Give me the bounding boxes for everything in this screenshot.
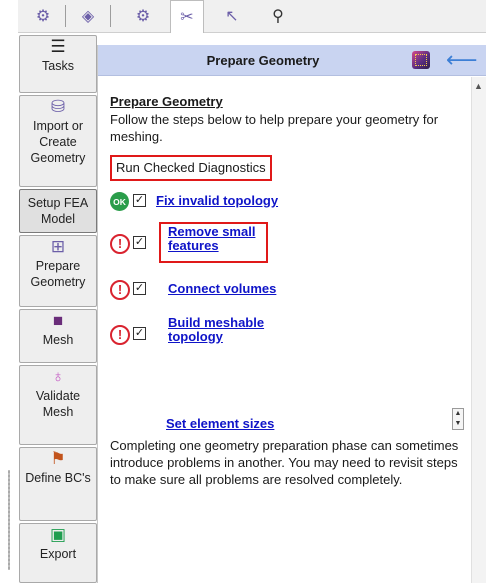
warning-status-icon: !	[110, 280, 130, 300]
step-checkbox[interactable]: ✓	[133, 236, 146, 249]
sidebar-item-tasks[interactable]: ☰ Tasks	[19, 35, 97, 93]
warning-status-icon: !	[110, 234, 130, 254]
panel-header: Prepare Geometry ⟵	[98, 45, 486, 76]
import-geometry-icon: ⛁	[50, 97, 66, 116]
fix-invalid-topology-link[interactable]: Fix invalid topology	[156, 194, 356, 208]
sidebar-item-define-bcs[interactable]: ⚑ Define BC's	[19, 447, 97, 521]
volume-tools-icon[interactable]: ◈	[71, 0, 105, 32]
geometry-tools-icon[interactable]: ⚙	[26, 0, 60, 32]
sidebar-item-label: Mesh	[42, 333, 74, 347]
sidebar-item-label: Import or Create Geometry	[30, 119, 86, 165]
prepare-geometry-panel: Prepare Geometry ⟵ ▲ Prepare Geometry Fo…	[97, 45, 486, 583]
intro-text: Follow the steps below to help prepare y…	[110, 112, 439, 144]
cursor-pick-icon[interactable]: ↖	[215, 0, 249, 32]
step-checkbox[interactable]: ✓	[133, 327, 146, 340]
toolbar-separator	[65, 5, 66, 27]
step-checkbox[interactable]: ✓	[133, 282, 146, 295]
ok-status-icon: OK	[110, 192, 129, 211]
sidebar-item-import[interactable]: ⛁ Import or Create Geometry	[19, 95, 97, 187]
warning-status-icon: !	[110, 325, 130, 345]
mesh-cube-icon	[412, 51, 430, 69]
set-element-sizes-link[interactable]: Set element sizes	[166, 416, 274, 431]
sidebar-item-label: Export	[39, 547, 77, 561]
sidebar-item-validate[interactable]: ♁ Validate Mesh	[19, 365, 97, 445]
mesh-cube-icon: ■	[52, 311, 64, 330]
remove-small-features-link[interactable]: Remove small features	[168, 225, 264, 253]
sidebar-item-prepare[interactable]: ⊞ Prepare Geometry	[19, 235, 97, 307]
sidebar-item-label: Tasks	[42, 59, 74, 73]
save-icon: ▣	[49, 525, 67, 544]
panel-resize-grip[interactable]	[8, 470, 10, 570]
prepare-tools-icon[interactable]: ✂	[170, 0, 204, 33]
connect-volumes-link[interactable]: Connect volumes	[168, 282, 368, 296]
sidebar-item-setup-fea[interactable]: Setup FEA Model	[19, 189, 97, 233]
sidebar-item-mesh[interactable]: ■ Mesh	[19, 309, 97, 363]
mesh-quality-icon[interactable]: ⚙	[126, 0, 160, 32]
panel-title: Prepare Geometry	[206, 53, 320, 68]
toolbar: ⚙ ◈ ⚙ ✂ ↖ ⚲	[18, 0, 486, 33]
sidebar-item-export[interactable]: ▣ Export	[19, 523, 97, 583]
sidebar-item-label: Define BC's	[25, 471, 91, 485]
back-arrow-icon[interactable]: ⟵	[446, 48, 478, 72]
sidebar-item-label: Setup FEA Model	[27, 196, 89, 226]
boundary-condition-icon: ⚑	[50, 449, 66, 468]
outro-text: Completing one geometry preparation phas…	[110, 438, 459, 487]
step-checkbox[interactable]: ✓	[133, 194, 146, 207]
run-diagnostics-button[interactable]: Run Checked Diagnostics	[110, 155, 272, 181]
prepare-geometry-icon: ⊞	[50, 237, 66, 256]
search-icon[interactable]: ⚲	[261, 0, 295, 32]
scroll-up-arrow-icon[interactable]: ▲	[474, 81, 483, 91]
element-size-spinner[interactable]: ▲ ▼	[452, 408, 464, 430]
ribbon-icon: ♁	[51, 367, 65, 386]
vertical-scrollbar[interactable]: ▲	[471, 77, 486, 583]
list-icon: ☰	[50, 37, 66, 56]
section-heading: Prepare Geometry	[110, 94, 223, 109]
toolbar-separator	[110, 5, 111, 27]
build-meshable-topology-link[interactable]: Build meshable topology	[168, 316, 278, 344]
sidebar-item-label: Prepare Geometry	[30, 259, 86, 289]
sidebar-item-label: Validate Mesh	[35, 389, 81, 419]
